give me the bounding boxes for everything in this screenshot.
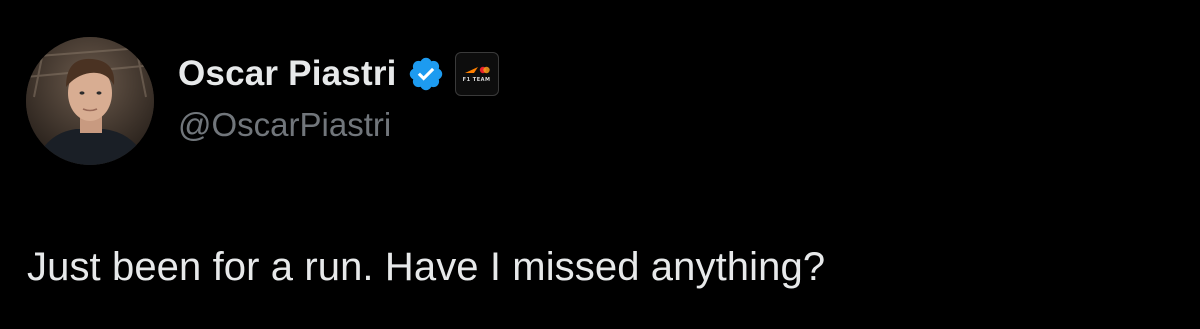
affiliate-badge[interactable]: F1 TEAM — [454, 52, 499, 96]
mclaren-f1-team-logo — [464, 65, 490, 75]
author-name-row: Oscar Piastri F1 TEAM — [178, 50, 499, 98]
tweet-text: Just been for a run. Have I missed anyth… — [27, 245, 826, 289]
verified-badge-icon[interactable] — [407, 55, 445, 93]
affiliate-badge-text: F1 TEAM — [462, 77, 491, 83]
profile-photo — [26, 37, 154, 165]
display-name[interactable]: Oscar Piastri — [178, 54, 397, 94]
author-handle[interactable]: @OscarPiastri — [178, 106, 391, 144]
tweet-card: Oscar Piastri F1 TEAM @OscarPiastri Just… — [0, 0, 1200, 329]
avatar[interactable] — [26, 37, 154, 165]
